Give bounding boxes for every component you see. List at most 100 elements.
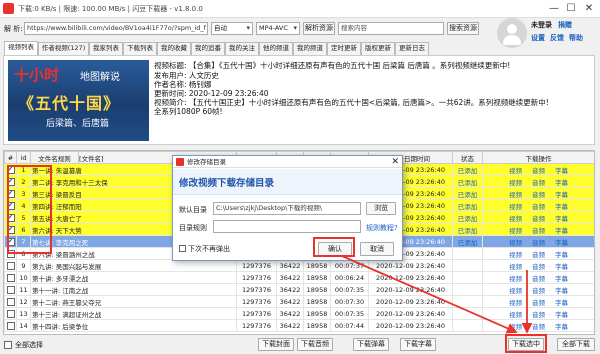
download-audio-link[interactable]: 音频 [532, 167, 545, 175]
download-audio-link[interactable]: 音频 [532, 263, 545, 271]
download-audio-link[interactable]: 音频 [532, 311, 545, 319]
download-audio-link[interactable]: 音频 [532, 275, 545, 283]
download-subtitle-link[interactable]: 字幕 [555, 203, 568, 211]
table-row[interactable]: 11 第十一讲: 江南之战 1297376 36422 18958 00:07:35 202… [4, 283, 594, 296]
row-checkbox[interactable] [6, 261, 15, 270]
tab-copyright-update[interactable]: 版权更新 [361, 42, 395, 55]
close-button[interactable]: ✕ [581, 2, 597, 15]
download-audio-link[interactable]: 音频 [532, 215, 545, 223]
download-video-link[interactable]: 视频 [509, 227, 522, 235]
select-all-checkbox[interactable] [4, 341, 12, 349]
download-audio-link[interactable]: 音频 [532, 251, 545, 259]
download-audio-button[interactable]: 下载音频 [297, 338, 333, 351]
login-status[interactable]: 未登录 [531, 20, 552, 30]
tab-my-channel[interactable]: 我的频道 [293, 42, 327, 55]
row-check-cell[interactable] [4, 319, 17, 332]
parse-button[interactable]: 解析资源 [303, 22, 335, 35]
rule-help-link[interactable]: 规则教程? [366, 223, 398, 233]
download-video-link[interactable]: 视频 [509, 239, 522, 247]
col-name-rule[interactable]: 文件名规则 [30, 151, 79, 164]
download-video-link[interactable]: 视频 [509, 287, 522, 295]
help-link[interactable]: 帮助 [569, 33, 583, 43]
download-audio-link[interactable]: 音频 [532, 191, 545, 199]
download-audio-link[interactable]: 音频 [532, 203, 545, 211]
download-audio-link[interactable]: 音频 [532, 227, 545, 235]
donate-link[interactable]: 捐赠 [558, 20, 572, 30]
download-audio-link[interactable]: 音频 [532, 299, 545, 307]
table-row[interactable]: 12 第十二讲: 燕王篡父夺兄 1297376 36422 18958 00:07:30 2… [4, 295, 594, 308]
quality-select[interactable]: 自动 [211, 22, 253, 35]
table-row[interactable]: 9 第九讲: 吴国兴起与发展 1297376 36422 18958 00:07:37 20… [4, 259, 594, 272]
download-video-link[interactable]: 视频 [509, 203, 522, 211]
download-video-link[interactable]: 视频 [509, 311, 522, 319]
download-subtitle-link[interactable]: 字幕 [555, 227, 568, 235]
download-subtitle-link[interactable]: 字幕 [555, 167, 568, 175]
settings-link[interactable]: 设置 [531, 33, 545, 43]
download-video-link[interactable]: 视频 [509, 275, 522, 283]
default-dir-input[interactable]: C:\Users\zjkj\Desktop\下载的视频\ [213, 202, 361, 215]
row-check-cell[interactable] [4, 307, 17, 320]
avatar[interactable] [497, 18, 527, 48]
tab-author-videos[interactable]: 作者视频(127) [38, 42, 89, 55]
row-checkbox[interactable] [6, 273, 15, 282]
download-video-link[interactable]: 视频 [509, 179, 522, 187]
download-video-link[interactable]: 视频 [509, 323, 522, 331]
table-row[interactable]: 14 第十四讲: 后梁争位 1297376 36422 18958 00:07:44 202… [4, 319, 594, 332]
select-all-label[interactable]: 全部选择 [15, 340, 43, 350]
download-video-link[interactable]: 视频 [509, 215, 522, 223]
dialog-close-icon[interactable]: ✕ [391, 156, 399, 168]
feedback-link[interactable]: 反馈 [550, 33, 564, 43]
browse-button[interactable]: 浏览 [366, 202, 396, 215]
row-checkbox[interactable] [6, 309, 15, 318]
download-subtitle-link[interactable]: 字幕 [555, 191, 568, 199]
tab-video-list[interactable]: 视频列表 [4, 41, 38, 56]
tab-changelog[interactable]: 更新日志 [395, 42, 429, 55]
download-subtitle-link[interactable]: 字幕 [555, 263, 568, 271]
tab-his-channel[interactable]: 他的频道 [259, 42, 293, 55]
download-video-link[interactable]: 视频 [509, 191, 522, 199]
row-check-cell[interactable] [4, 283, 17, 296]
row-checkbox[interactable] [6, 285, 15, 294]
download-video-link[interactable]: 视频 [509, 299, 522, 307]
tab-bangumi[interactable]: 我的追番 [191, 42, 225, 55]
search-button[interactable]: 搜索资源 [447, 22, 479, 35]
row-checkbox[interactable] [6, 321, 15, 330]
cancel-button[interactable]: 取消 [360, 242, 394, 256]
download-subtitle-link[interactable]: 字幕 [555, 287, 568, 295]
row-check-cell[interactable] [4, 295, 17, 308]
table-row[interactable]: 13 第十三讲: 满超证州之战 1297376 36422 18958 00:07:35 2… [4, 307, 594, 320]
search-input[interactable]: 搜索内容 [338, 22, 444, 35]
tab-download-list[interactable]: 下载列表 [123, 42, 157, 55]
download-cover-button[interactable]: 下载封面 [258, 338, 294, 351]
download-subtitle-link[interactable]: 字幕 [555, 323, 568, 331]
codec-select[interactable]: MP4-AVC [256, 22, 300, 35]
download-subtitle-link[interactable]: 字幕 [555, 179, 568, 187]
download-subtitle-link[interactable]: 字幕 [555, 251, 568, 259]
tab-scheduled-update[interactable]: 定时更新 [327, 42, 361, 55]
download-audio-link[interactable]: 音频 [532, 287, 545, 295]
minimize-button[interactable]: — [546, 2, 562, 15]
table-row[interactable]: 10 第十讲: 多牙漂之战 1297376 36422 18958 00:06:24 202… [4, 271, 594, 284]
download-subtitle-link[interactable]: 字幕 [555, 239, 568, 247]
download-subtitle-link[interactable]: 字幕 [555, 299, 568, 307]
download-video-link[interactable]: 视频 [509, 251, 522, 259]
download-audio-link[interactable]: 音频 [532, 323, 545, 331]
tab-favorites[interactable]: 我的收藏 [157, 42, 191, 55]
download-subtitle-button[interactable]: 下载字幕 [400, 338, 436, 351]
row-check-cell[interactable] [4, 271, 17, 284]
download-danmu-button[interactable]: 下载弹幕 [353, 338, 389, 351]
download-all-button[interactable]: 全部下载 [557, 338, 595, 351]
maximize-button[interactable]: ☐ [563, 2, 579, 15]
download-audio-link[interactable]: 音频 [532, 239, 545, 247]
url-input[interactable]: https://www.bilibili.com/video/BV1oa4i1F… [24, 22, 208, 35]
tab-home-list[interactable]: 我家列表 [89, 42, 123, 55]
tab-following[interactable]: 我的关注 [225, 42, 259, 55]
download-audio-link[interactable]: 音频 [532, 179, 545, 187]
download-subtitle-link[interactable]: 字幕 [555, 275, 568, 283]
row-check-cell[interactable] [4, 259, 17, 272]
dir-rule-input[interactable] [213, 220, 361, 233]
download-video-link[interactable]: 视频 [509, 263, 522, 271]
no-popup-checkbox[interactable] [179, 245, 186, 252]
download-subtitle-link[interactable]: 字幕 [555, 215, 568, 223]
no-popup-label[interactable]: 下次不再弹出 [188, 244, 230, 254]
